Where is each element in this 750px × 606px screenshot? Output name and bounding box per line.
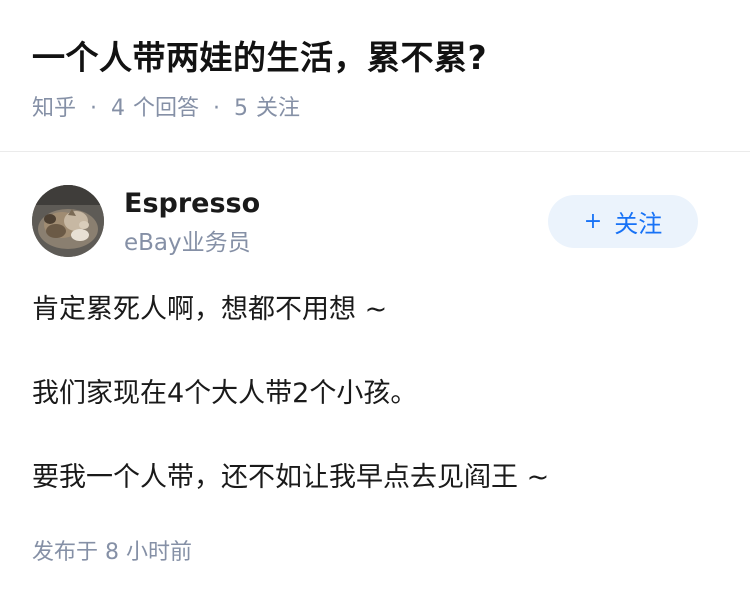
meta-separator: ·	[90, 96, 98, 121]
source-label[interactable]: 知乎	[32, 92, 76, 126]
author-bio: eBay业务员	[124, 230, 251, 256]
answer-count-label: 个回答	[133, 96, 200, 121]
cat-avatar-icon	[32, 185, 104, 257]
question-meta: 知乎 · 4 个回答 · 5 关注	[32, 92, 300, 126]
avatar[interactable]	[32, 185, 104, 257]
answer-paragraph: 肯定累死人啊，想都不用想 ~	[32, 294, 388, 325]
published-time: 发布于 8 小时前	[32, 540, 192, 565]
follow-button[interactable]: + 关注	[548, 195, 698, 248]
meta-separator: ·	[213, 96, 221, 121]
follow-count-label: 关注	[256, 96, 301, 121]
question-title[interactable]: 一个人带两娃的生活，累不累?	[32, 36, 487, 80]
answer-paragraph: 要我一个人带，还不如让我早点去见阎王 ~	[32, 462, 550, 493]
author-name[interactable]: Espresso	[124, 186, 260, 222]
answer-page: 一个人带两娃的生活，累不累? 知乎 · 4 个回答 · 5 关注 Espress…	[0, 0, 750, 606]
answer-count: 4	[111, 96, 126, 121]
divider	[0, 151, 750, 152]
plus-icon: +	[583, 209, 603, 234]
follow-count: 5	[234, 96, 249, 121]
follow-button-label: 关注	[614, 210, 663, 238]
answer-paragraph: 我们家现在4个大人带2个小孩。	[32, 378, 418, 409]
